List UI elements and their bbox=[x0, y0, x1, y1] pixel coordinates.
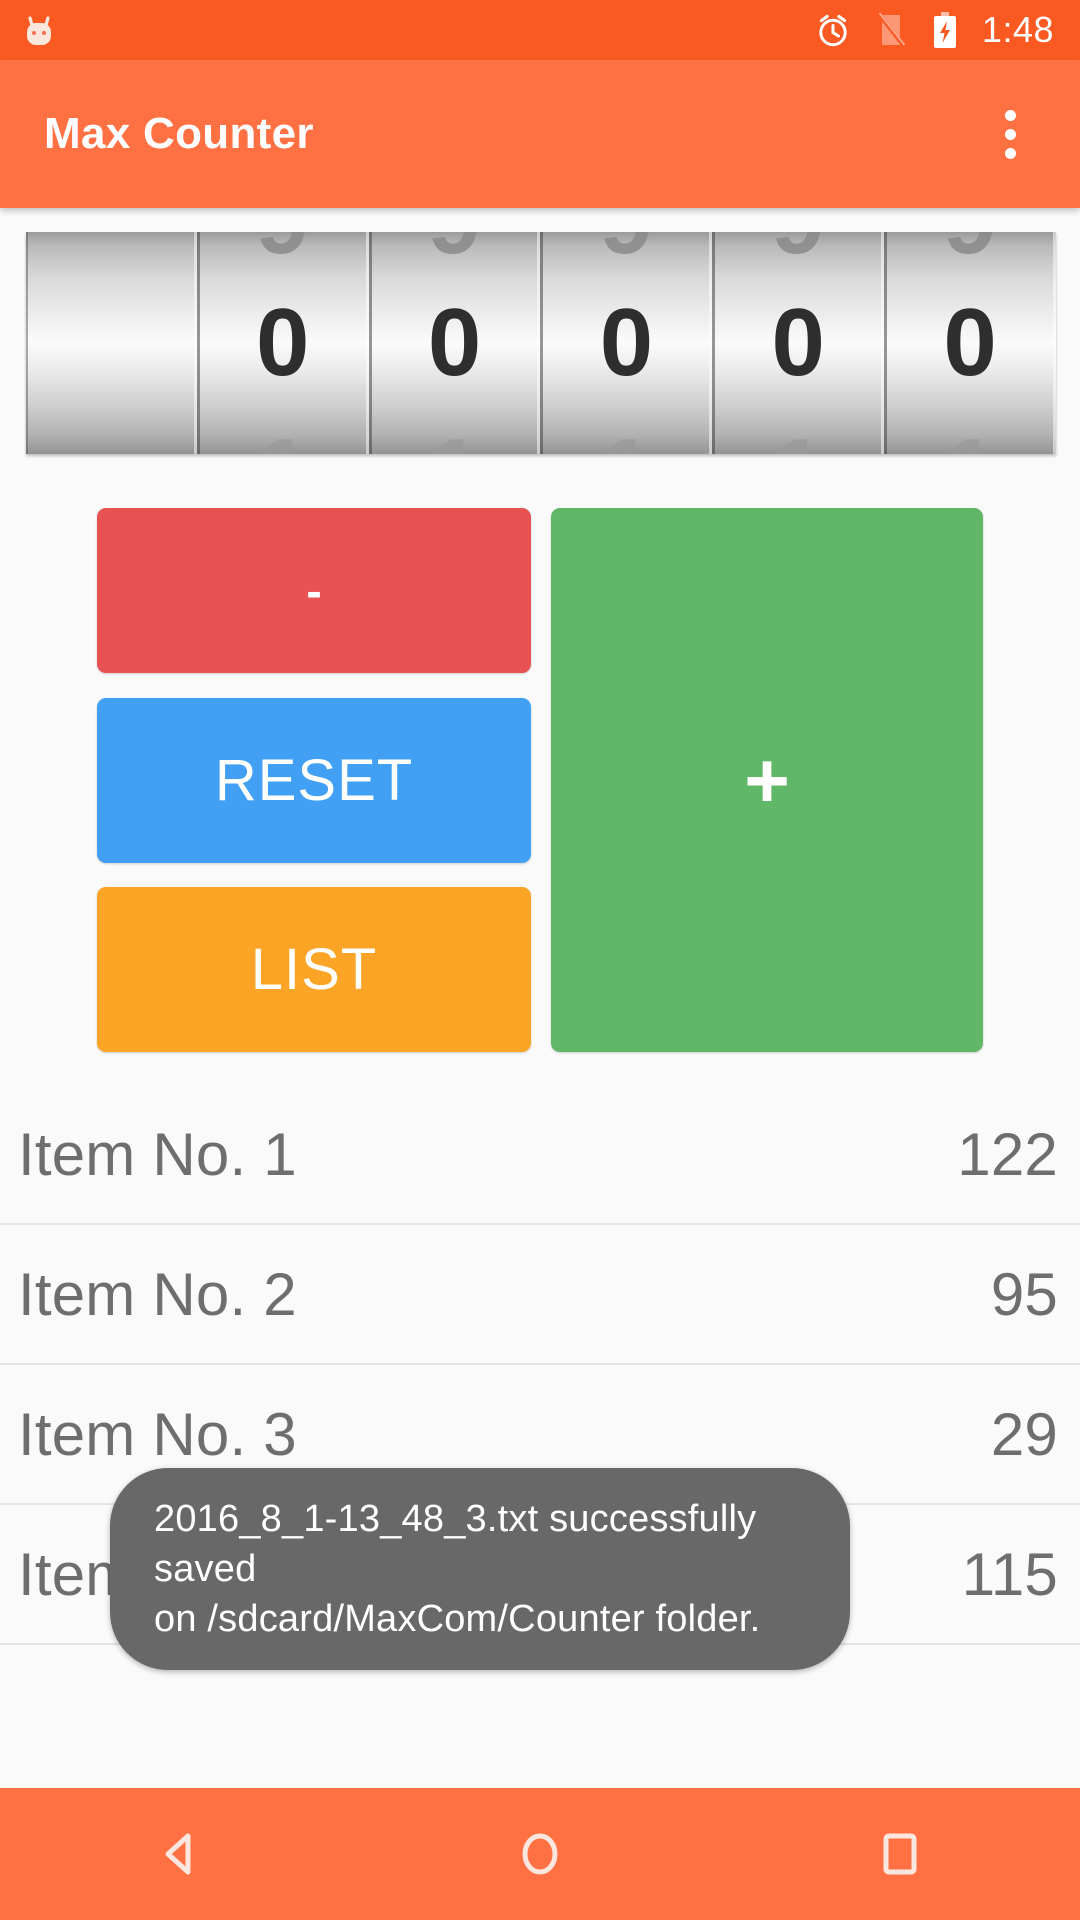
list-item[interactable]: Item No. 2 95 bbox=[0, 1225, 1080, 1365]
reset-button[interactable]: RESET bbox=[97, 698, 531, 863]
list-button[interactable]: LIST bbox=[97, 887, 531, 1052]
status-bar-clock: 1:48 bbox=[981, 9, 1054, 50]
list-item-value: 29 bbox=[990, 1400, 1058, 1468]
list-item-value: 122 bbox=[957, 1120, 1058, 1188]
counter-reel: 9 0 1 bbox=[196, 232, 369, 454]
back-triangle-icon[interactable] bbox=[105, 1788, 255, 1920]
reel-digit-previous: 9 bbox=[543, 232, 709, 276]
counter-odometer-display[interactable]: 9 0 1 9 0 1 9 0 1 9 0 1 9 0 1 bbox=[26, 232, 1056, 454]
alarm-clock-icon bbox=[814, 11, 852, 49]
overflow-dot bbox=[1004, 128, 1016, 140]
increment-button[interactable]: + bbox=[551, 508, 983, 1052]
counter-reel: 9 0 1 bbox=[884, 232, 1056, 454]
reel-digit-previous: 9 bbox=[887, 232, 1053, 276]
reel-digit-previous: 9 bbox=[200, 232, 366, 276]
list-item-value: 95 bbox=[990, 1260, 1058, 1328]
counter-reel: 9 0 1 bbox=[540, 232, 713, 454]
battery-charging-icon bbox=[930, 10, 960, 50]
overflow-dot bbox=[1004, 147, 1016, 159]
reel-digit-next: 1 bbox=[200, 418, 366, 454]
list-item[interactable]: Item No. 1 122 bbox=[0, 1085, 1080, 1225]
reel-digit-current: 0 bbox=[943, 289, 997, 396]
reel-digit-next: 1 bbox=[543, 418, 709, 454]
android-marshmallow-icon bbox=[18, 9, 60, 51]
navigation-bar bbox=[0, 1788, 1080, 1920]
toast-message-line1: 2016_8_1-13_48_3.txt successfully saved bbox=[154, 1498, 757, 1590]
list-item-label: Item No. 3 bbox=[18, 1400, 297, 1468]
toast-notification: 2016_8_1-13_48_3.txt successfully saved … bbox=[110, 1468, 850, 1670]
reel-digit-current: 0 bbox=[771, 289, 825, 396]
reel-digit-current: 0 bbox=[256, 289, 310, 396]
android-screen: 1:48 Max Counter 9 0 1 9 0 1 9 0 bbox=[0, 0, 1080, 1920]
reel-digit-next: 1 bbox=[715, 418, 881, 454]
reel-digit-next: 1 bbox=[887, 418, 1053, 454]
list-item-label: Item No. 2 bbox=[18, 1260, 297, 1328]
app-bar: Max Counter bbox=[0, 60, 1080, 208]
list-item-value: 115 bbox=[961, 1540, 1058, 1608]
status-bar-left bbox=[0, 9, 60, 51]
decrement-button[interactable]: - bbox=[97, 508, 531, 673]
recents-square-icon[interactable] bbox=[825, 1788, 975, 1920]
status-bar-right: 1:48 bbox=[814, 0, 1080, 60]
home-circle-icon[interactable] bbox=[465, 1788, 615, 1920]
counter-reel bbox=[26, 232, 197, 454]
reel-digit-current: 0 bbox=[599, 289, 654, 396]
signal-no-sim-icon bbox=[874, 11, 908, 49]
list-item-label: Item No. 1 bbox=[18, 1120, 297, 1188]
counter-reel: 9 0 1 bbox=[712, 232, 885, 454]
counter-reel: 9 0 1 bbox=[368, 232, 541, 454]
reel-digit-current: 0 bbox=[427, 289, 482, 396]
counter-controls: - RESET LIST + bbox=[0, 500, 1080, 1060]
reel-digit-previous: 9 bbox=[372, 232, 538, 276]
reel-digit-previous: 9 bbox=[715, 232, 881, 276]
status-bar: 1:48 bbox=[0, 0, 1080, 60]
overflow-dot bbox=[1004, 109, 1016, 121]
page-title: Max Counter bbox=[44, 109, 314, 158]
more-vertical-icon[interactable] bbox=[974, 98, 1046, 170]
reel-digit-next: 1 bbox=[372, 418, 538, 454]
toast-message-line2: on /sdcard/MaxCom/Counter folder. bbox=[154, 1598, 761, 1640]
